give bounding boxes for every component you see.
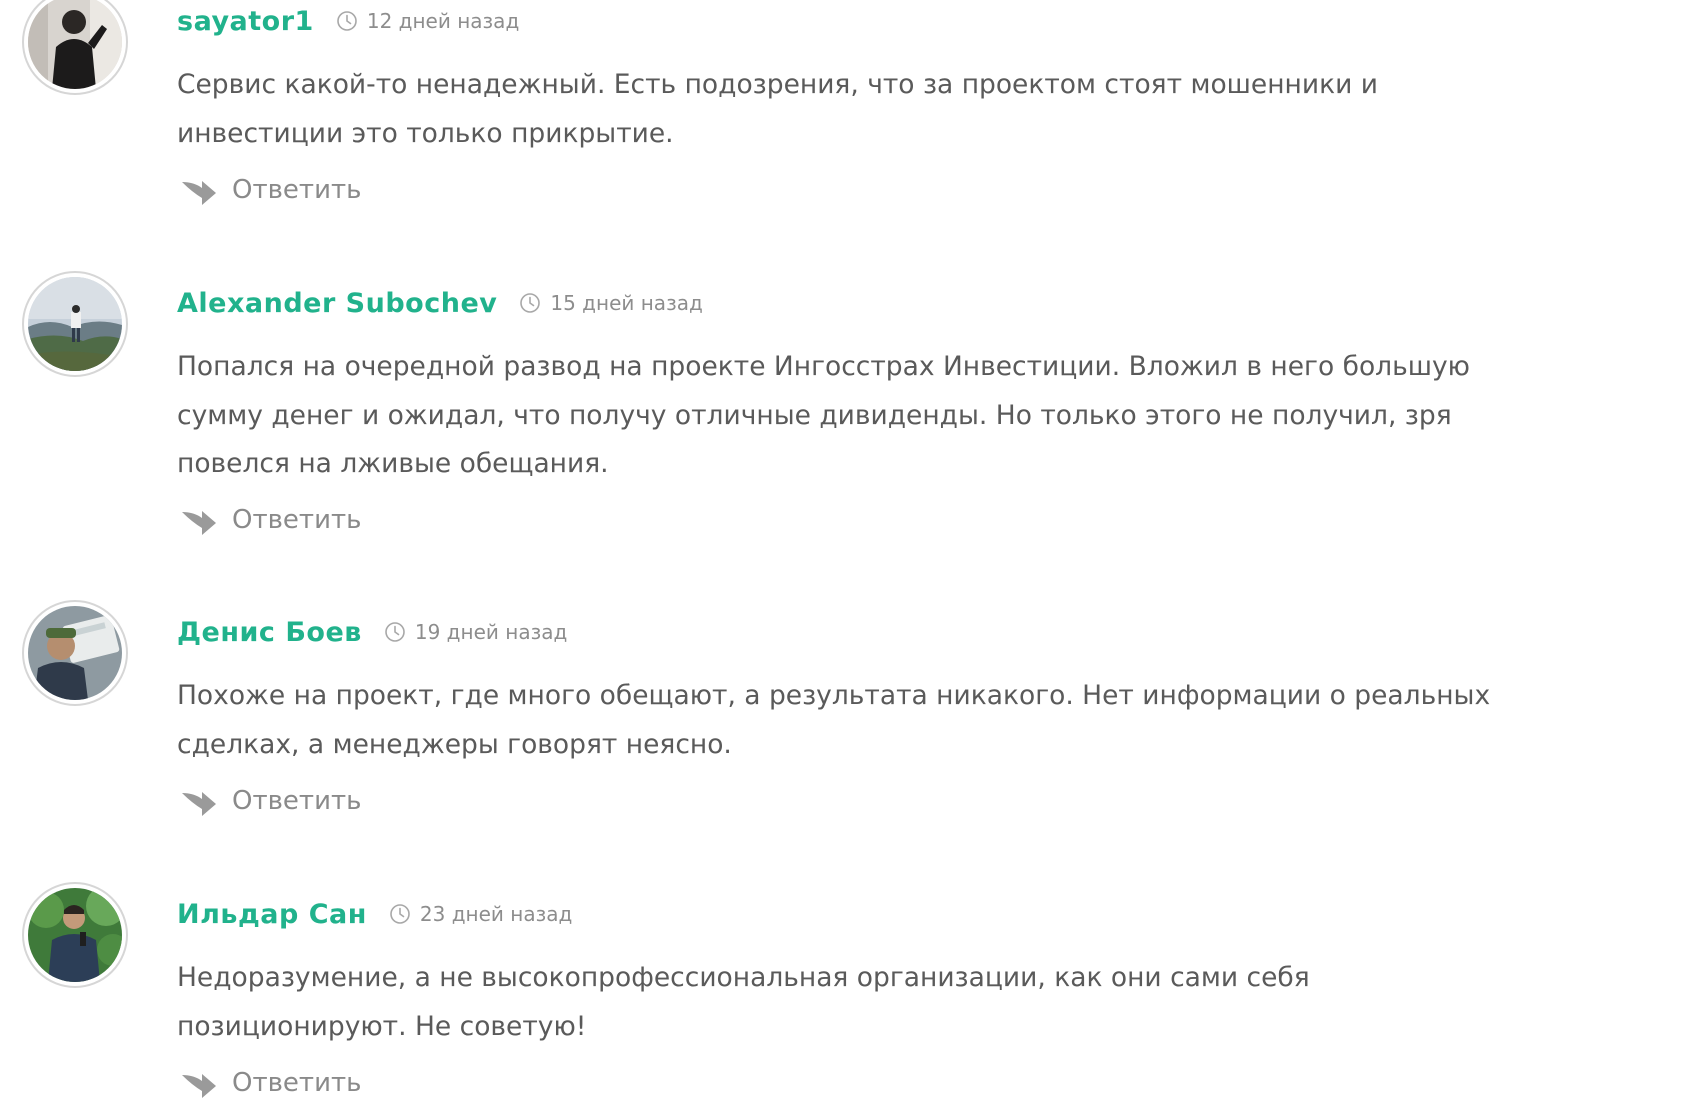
- clock-icon: [337, 11, 357, 31]
- reply-button[interactable]: Ответить: [180, 504, 361, 536]
- reply-button[interactable]: Ответить: [180, 1067, 361, 1099]
- comment-author[interactable]: Денис Боев: [177, 617, 362, 648]
- comment-author[interactable]: sayator1: [177, 6, 314, 37]
- reply-arrow-icon: [182, 181, 216, 205]
- reply-label: Ответить: [232, 786, 362, 816]
- comment-author[interactable]: Ильдар Сан: [177, 899, 367, 930]
- comment-meta: sayator1 12 дней назад: [177, 1, 519, 41]
- reply-button[interactable]: Ответить: [180, 174, 361, 206]
- comment-meta: Alexander Subochev 15 дней назад: [177, 283, 703, 323]
- comment-text: Сервис какой-то ненадежный. Есть подозре…: [177, 69, 1378, 149]
- comment-time: 23 дней назад: [389, 902, 572, 926]
- reply-label: Ответить: [232, 1068, 362, 1098]
- avatar[interactable]: [22, 0, 128, 95]
- reply-arrow-icon: [182, 1074, 216, 1098]
- clock-icon: [520, 293, 541, 313]
- reply-arrow-icon: [182, 792, 216, 816]
- comment-time-text: 19 дней назад: [414, 620, 568, 644]
- comment-time-text: 23 дней назад: [419, 902, 573, 926]
- comments-list: sayator1 12 дней назад Сервис какой-то н…: [0, 0, 1682, 1108]
- comment-time-text: 15 дней назад: [550, 291, 703, 315]
- comment-meta: Денис Боев 19 дней назад: [177, 612, 567, 652]
- reply-arrow-icon: [182, 511, 216, 535]
- avatar[interactable]: [22, 600, 128, 706]
- clock-icon: [390, 904, 410, 924]
- comment-text: Похоже на проект, где много обещают, а р…: [177, 680, 1491, 760]
- reply-label: Ответить: [232, 175, 362, 205]
- comment-time-text: 12 дней назад: [366, 9, 520, 33]
- comment-time: 15 дней назад: [519, 291, 703, 315]
- comment-time: 12 дней назад: [336, 9, 519, 33]
- comment-time: 19 дней назад: [384, 620, 567, 644]
- reply-button[interactable]: Ответить: [180, 785, 361, 817]
- reply-label: Ответить: [232, 505, 362, 535]
- comment-text: Попался на очередной развод на проекте И…: [177, 351, 1470, 479]
- comment-author[interactable]: Alexander Subochev: [177, 288, 497, 319]
- avatar[interactable]: [22, 882, 128, 988]
- clock-icon: [385, 622, 405, 642]
- comment-meta: Ильдар Сан 23 дней назад: [177, 894, 572, 934]
- avatar[interactable]: [22, 271, 128, 377]
- comment-text: Недоразумение, а не высокопрофессиональн…: [177, 962, 1310, 1042]
